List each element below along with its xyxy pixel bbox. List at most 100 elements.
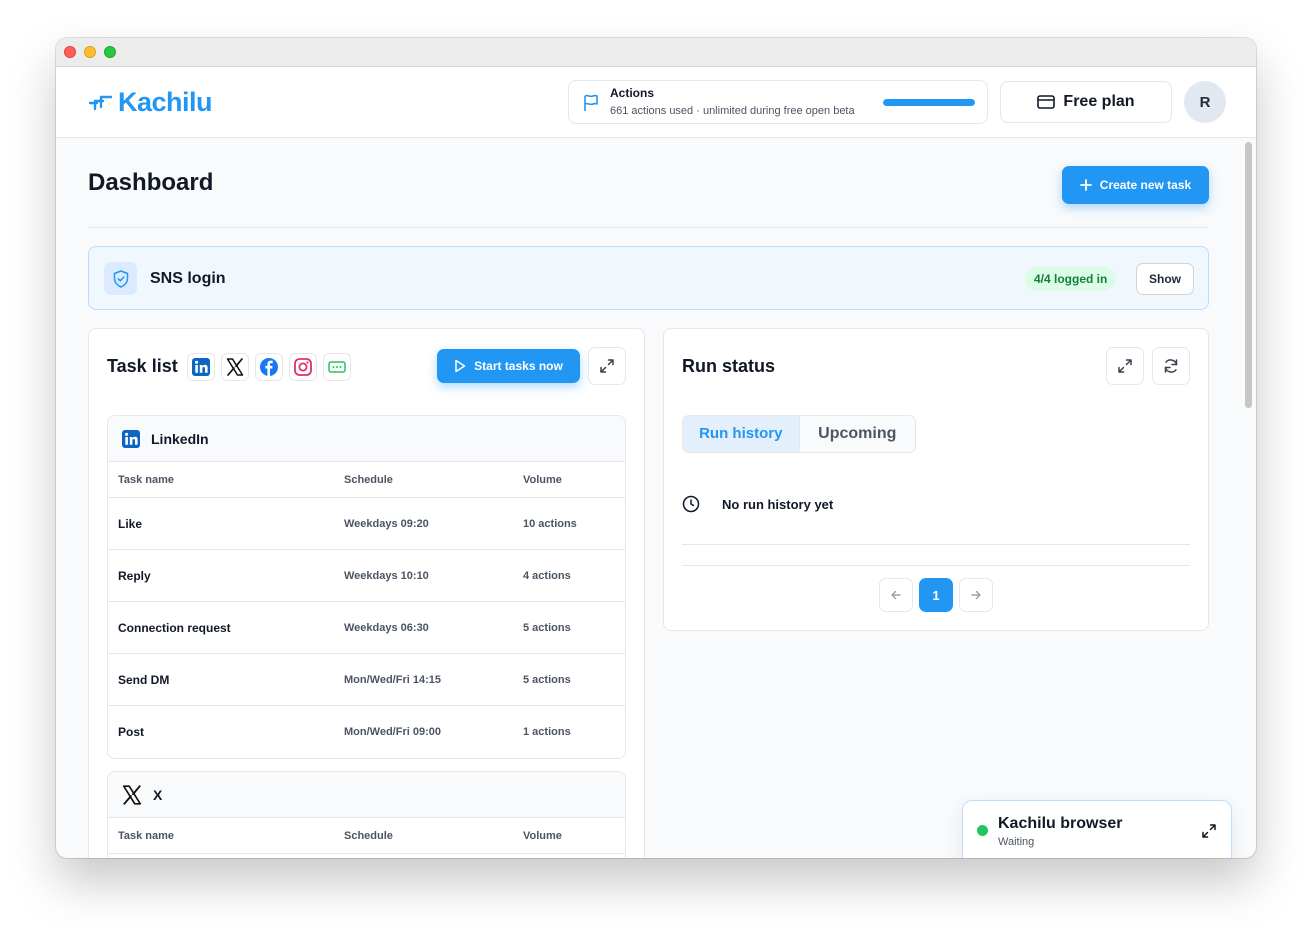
x-block-header: X [108,772,625,818]
arrow-left-icon [891,590,901,600]
expand-icon [1118,359,1132,373]
expand-icon[interactable] [1201,823,1217,839]
table-row[interactable]: Post Mon/Wed/Fri 09:00 1 actions [108,706,625,758]
page-title: Dashboard [88,169,214,196]
task-schedule: Weekdays 06:30 [344,621,429,634]
minimize-window-button[interactable] [84,46,96,58]
task-name: Connection request [118,620,231,635]
table-header: Task name Schedule Volume [108,818,625,854]
table-row[interactable]: Like Weekdays 09:20 10 actions [108,498,625,550]
divider [682,544,1190,545]
linkedin-task-block: LinkedIn Task name Schedule Volume Like … [107,415,626,759]
run-status-tabs: Run history Upcoming [682,415,916,453]
previous-page-button[interactable] [879,578,913,612]
title-bar [56,38,1256,67]
free-plan-button[interactable]: Free plan [1000,81,1172,123]
column-task-name: Task name [118,473,175,486]
linkedin-icon [122,429,140,448]
column-schedule: Schedule [344,473,393,486]
task-list-card: Task list Start tasks now LinkedIn Task … [88,328,645,858]
table-header: Task name Schedule Volume [108,462,625,498]
main-content: Dashboard Create new task SNS login 4/4 … [56,138,1256,858]
task-name: Send DM [118,672,170,687]
instagram-icon[interactable] [289,353,317,381]
page-button-current[interactable]: 1 [919,578,953,612]
create-new-task-label: Create new task [1099,178,1192,192]
clock-icon [682,495,700,513]
linkedin-icon[interactable] [187,353,215,381]
task-name: Post [118,725,145,739]
logged-in-status-badge: 4/4 logged in [1025,267,1117,291]
sns-login-bar: SNS login 4/4 logged in Show [88,246,1209,310]
task-list-title: Task list [107,356,178,376]
top-header: Kachilu Actions 661 actions used · unlim… [56,67,1256,138]
x-icon [122,784,142,805]
status-indicator-dot [977,825,988,836]
empty-message: No run history yet [722,496,834,512]
task-volume: 10 actions [523,517,577,530]
vertical-scrollbar[interactable] [1245,142,1252,408]
browser-widget-status: Waiting [998,836,1035,848]
run-status-title: Run status [682,356,776,376]
shield-icon [113,269,128,288]
task-name: Reply [118,568,151,583]
start-tasks-now-button[interactable]: Start tasks now [437,349,580,383]
platform-filter-icons [187,353,351,381]
logo[interactable]: Kachilu [88,87,213,118]
run-status-card: Run status Run history Upcoming No run h… [663,328,1209,631]
expand-run-status-button[interactable] [1106,347,1144,385]
actions-title: Actions [610,86,655,100]
actions-progress-fill [883,99,975,106]
column-volume: Volume [523,829,562,842]
sns-login-title: SNS login [150,270,226,287]
arrow-right-icon [971,590,981,600]
table-row[interactable]: Connection request Weekdays 06:30 5 acti… [108,602,625,654]
kachilu-logo-icon [88,95,113,110]
tab-run-history[interactable]: Run history [683,416,799,452]
close-window-button[interactable] [64,46,76,58]
shield-icon-wrap [104,262,137,295]
task-volume: 5 actions [523,673,571,686]
user-avatar[interactable]: R [1184,81,1226,123]
task-schedule: Mon/Wed/Fri 09:00 [344,726,441,738]
column-schedule: Schedule [344,829,393,842]
tab-upcoming[interactable]: Upcoming [798,416,915,452]
refresh-button[interactable] [1152,347,1190,385]
actions-usage-box[interactable]: Actions 661 actions used · unlimited dur… [568,80,988,124]
platform-name: LinkedIn [151,430,209,447]
column-task-name: Task name [118,829,175,842]
actions-progress-bar [883,99,975,106]
task-schedule: Weekdays 09:20 [344,517,429,530]
plus-icon [1079,179,1092,191]
facebook-icon[interactable] [255,353,283,381]
create-new-task-button[interactable]: Create new task [1062,166,1209,204]
divider [682,565,1190,566]
browser-widget-title: Kachilu browser [998,815,1123,832]
column-volume: Volume [523,473,562,486]
table-row[interactable]: Send DM Mon/Wed/Fri 14:15 5 actions [108,654,625,706]
title-divider [88,227,1209,228]
flag-icon [584,94,598,111]
pagination: 1 [879,578,993,612]
kachilu-browser-widget[interactable]: Kachilu browser Waiting [962,800,1232,858]
actions-subtitle: 661 actions used · unlimited during free… [610,105,855,117]
sms-icon[interactable] [323,353,351,381]
play-icon [455,359,466,373]
x-icon[interactable] [221,353,249,381]
plan-label: Free plan [1063,93,1135,110]
task-schedule: Weekdays 10:10 [344,569,429,582]
platform-name: X [153,786,163,803]
start-tasks-label: Start tasks now [474,359,563,373]
credit-card-icon [1037,95,1056,109]
task-volume: 4 actions [523,569,571,582]
show-sns-button[interactable]: Show [1136,263,1194,295]
expand-task-list-button[interactable] [588,347,626,385]
expand-icon [600,359,614,373]
empty-state: No run history yet [682,495,833,513]
zoom-window-button[interactable] [104,46,116,58]
table-row[interactable]: Reply Weekdays 10:10 4 actions [108,550,625,602]
task-name: Like [118,516,143,531]
task-volume: 1 actions [523,726,571,738]
next-page-button[interactable] [959,578,993,612]
refresh-icon [1164,359,1178,373]
